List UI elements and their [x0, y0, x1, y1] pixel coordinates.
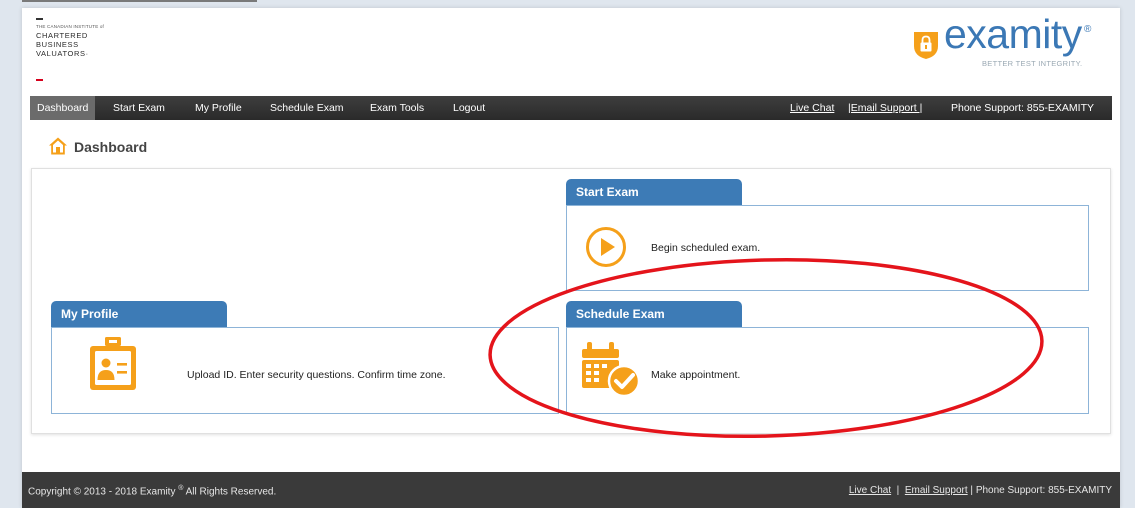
start-exam-card-title[interactable]: Start Exam: [566, 179, 742, 205]
nav-email-support-link[interactable]: |Email Support |: [848, 96, 922, 120]
calendar-check-icon[interactable]: [581, 340, 643, 400]
examity-logo: examity ® BETTER TEST INTEGRITY.: [912, 12, 1102, 72]
play-circle-icon[interactable]: [585, 226, 627, 268]
footer-live-chat-link[interactable]: Live Chat: [849, 485, 891, 496]
cbv-institute-line: THE CANADIAN INSTITUTE of: [36, 24, 105, 29]
my-profile-description: Upload ID. Enter security questions. Con…: [187, 369, 446, 381]
my-profile-card-title[interactable]: My Profile: [51, 301, 227, 327]
footer-email-support-link[interactable]: Email Support: [905, 485, 968, 496]
footer-copyright: Copyright © 2013 - 2018 Examity ® All Ri…: [28, 485, 276, 497]
footer-copyright-text: Copyright © 2013 - 2018 Examity: [28, 486, 176, 498]
footer-rights-text: All Rights Reserved.: [185, 486, 277, 498]
cbv-logo: THE CANADIAN INSTITUTE of CHARTERED BUSI…: [36, 18, 236, 84]
examity-registered-mark: ®: [1084, 24, 1092, 35]
header: THE CANADIAN INSTITUTE of CHARTERED BUSI…: [22, 8, 1120, 88]
schedule-exam-card-body[interactable]: Make appointment.: [566, 327, 1089, 414]
schedule-exam-description: Make appointment.: [651, 369, 741, 381]
top-rule: [22, 0, 257, 2]
page-container: THE CANADIAN INSTITUTE of CHARTERED BUSI…: [22, 8, 1120, 508]
page-title-text: Dashboard: [74, 139, 148, 155]
start-exam-card-body[interactable]: Begin scheduled exam.: [566, 205, 1089, 291]
schedule-exam-card-title[interactable]: Schedule Exam: [566, 301, 742, 327]
examity-wordmark: examity: [944, 11, 1082, 57]
nav-start-exam[interactable]: Start Exam: [113, 96, 165, 120]
footer-separator: |: [967, 485, 976, 496]
examity-tagline: BETTER TEST INTEGRITY.: [982, 59, 1083, 68]
id-badge-icon[interactable]: [88, 336, 138, 394]
cbv-logo-line3: VALUATORS·: [36, 49, 89, 58]
footer-support-links: Live Chat | Email Support | Phone Suppor…: [849, 485, 1112, 496]
footer-separator: |: [891, 485, 905, 496]
schedule-exam-card[interactable]: Schedule Exam Make appointment.: [566, 301, 1089, 424]
dashboard-panel: Start Exam Begin scheduled exam. My Prof…: [31, 168, 1111, 434]
my-profile-card[interactable]: My Profile Upload ID. Enter security que…: [51, 301, 559, 424]
nav-schedule-exam[interactable]: Schedule Exam: [270, 96, 344, 120]
start-exam-card[interactable]: Start Exam Begin scheduled exam.: [566, 179, 1089, 293]
nav-logout[interactable]: Logout: [453, 96, 485, 120]
cbv-logo-bar: [36, 18, 43, 20]
cbv-logo-red-bar: [36, 79, 43, 81]
nav-my-profile[interactable]: My Profile: [195, 96, 242, 120]
footer: Copyright © 2013 - 2018 Examity ® All Ri…: [22, 472, 1120, 508]
nav-live-chat-link[interactable]: Live Chat: [790, 96, 834, 120]
nav-dashboard[interactable]: Dashboard: [30, 96, 96, 120]
nav-exam-tools[interactable]: Exam Tools: [370, 96, 424, 120]
cbv-logo-line1: CHARTERED: [36, 31, 88, 40]
footer-registered-mark: ®: [178, 485, 184, 492]
my-profile-card-body[interactable]: Upload ID. Enter security questions. Con…: [51, 327, 559, 414]
nav-phone-support: Phone Support: 855-EXAMITY: [951, 102, 1094, 114]
cbv-logo-line2: BUSINESS: [36, 40, 79, 49]
footer-phone-support: Phone Support: 855-EXAMITY: [975, 485, 1112, 496]
home-icon: [49, 137, 67, 155]
main-nav: Dashboard Start Exam My Profile Schedule…: [30, 96, 1112, 120]
lock-shield-icon: [914, 32, 938, 59]
start-exam-description: Begin scheduled exam.: [651, 242, 761, 254]
